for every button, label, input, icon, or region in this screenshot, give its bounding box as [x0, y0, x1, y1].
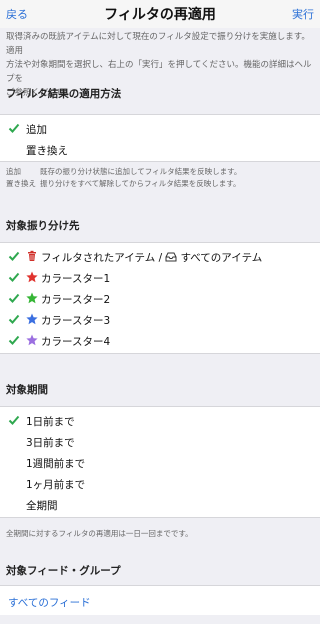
target-item-star2[interactable]: カラースター2: [0, 288, 320, 309]
checkmark-icon: [8, 414, 20, 426]
feed-group-header: 対象フィード・グループ: [6, 565, 121, 577]
apply-option-replace[interactable]: 置き換え: [0, 139, 320, 160]
target-item-star4[interactable]: カラースター4: [0, 330, 320, 351]
target-item-label: カラースター4: [41, 336, 111, 348]
target-item-star3[interactable]: カラースター3: [0, 309, 320, 330]
note-key: 追加: [6, 167, 21, 176]
checkmark-icon: [8, 122, 20, 134]
feed-group-value: すべてのフィード: [8, 597, 91, 609]
run-button[interactable]: 実行: [292, 6, 314, 22]
targets-group: フィルタされたアイテム / すべてのアイテム カラースター1 カラースター2 カ…: [0, 242, 320, 354]
checkmark-icon: [8, 334, 20, 346]
intro-line-2: 方法や対象期間を選択し、右上の「実行」を押してください。機能の詳細はヘルプを: [6, 60, 312, 84]
target-item-label: カラースター3: [41, 315, 111, 327]
feed-group-selector[interactable]: すべてのフィード: [0, 585, 320, 615]
trash-icon: [26, 250, 38, 262]
period-option-1month[interactable]: 1ヶ月前まで: [0, 473, 320, 494]
note-text: 既存の振り分け状態に追加してフィルタ結果を反映します。: [40, 167, 242, 176]
star-blue-icon: [26, 313, 38, 325]
apply-option-add[interactable]: 追加: [0, 118, 320, 139]
checkmark-icon: [8, 250, 20, 262]
period-option-label: 1ヶ月前まで: [26, 479, 86, 491]
apply-option-label: 追加: [26, 124, 47, 136]
period-option-label: 3日前まで: [26, 437, 75, 449]
period-option-3days[interactable]: 3日前まで: [0, 431, 320, 452]
period-note: 全期間に対するフィルタの再適用は一日一回までです。: [6, 529, 193, 538]
target-item-label: カラースター2: [41, 294, 111, 306]
checkmark-icon: [8, 271, 20, 283]
checkmark-icon: [8, 292, 20, 304]
checkmark-icon: [8, 313, 20, 325]
period-group: 1日前まで 3日前まで 1週間前まで 1ヶ月前まで 全期間: [0, 406, 320, 518]
star-purple-icon: [26, 334, 38, 346]
apply-method-header: フィルタ結果の適用方法: [6, 88, 122, 100]
target-item-label: カラースター1: [41, 273, 111, 285]
period-option-all[interactable]: 全期間: [0, 494, 320, 515]
target-label-a: フィルタされたアイテム /: [41, 252, 166, 264]
target-item-label: フィルタされたアイテム / すべてのアイテム: [41, 250, 262, 265]
target-item-filtered[interactable]: フィルタされたアイテム / すべてのアイテム: [0, 246, 320, 267]
targets-header: 対象振り分け先: [6, 220, 80, 232]
period-header: 対象期間: [6, 384, 48, 396]
star-red-icon: [26, 271, 38, 283]
apply-option-label: 置き換え: [26, 145, 68, 157]
inbox-icon: [165, 252, 177, 262]
nav-bar: 戻る フィルタの再適用 実行: [0, 0, 320, 28]
period-option-1day[interactable]: 1日前まで: [0, 410, 320, 431]
period-option-label: 1週間前まで: [26, 458, 86, 470]
intro-line-1: 取得済みの既読アイテムに対して現在のフィルタ設定で振り分けを実施します。適用: [6, 32, 310, 56]
page-title: フィルタの再適用: [104, 7, 216, 23]
star-green-icon: [26, 292, 38, 304]
note-text: 振り分けをすべて解除してからフィルタ結果を反映します。: [40, 179, 241, 188]
target-label-b: すべてのアイテム: [180, 252, 263, 264]
apply-method-group: 追加 置き換え: [0, 114, 320, 162]
period-option-1week[interactable]: 1週間前まで: [0, 452, 320, 473]
period-option-label: 全期間: [26, 500, 58, 512]
target-item-star1[interactable]: カラースター1: [0, 267, 320, 288]
apply-method-notes: 追加 既存の振り分け状態に追加してフィルタ結果を反映します。 置き換え 振り分けをす…: [6, 166, 241, 190]
period-option-label: 1日前まで: [26, 416, 75, 428]
note-key: 置き換え: [6, 179, 36, 188]
